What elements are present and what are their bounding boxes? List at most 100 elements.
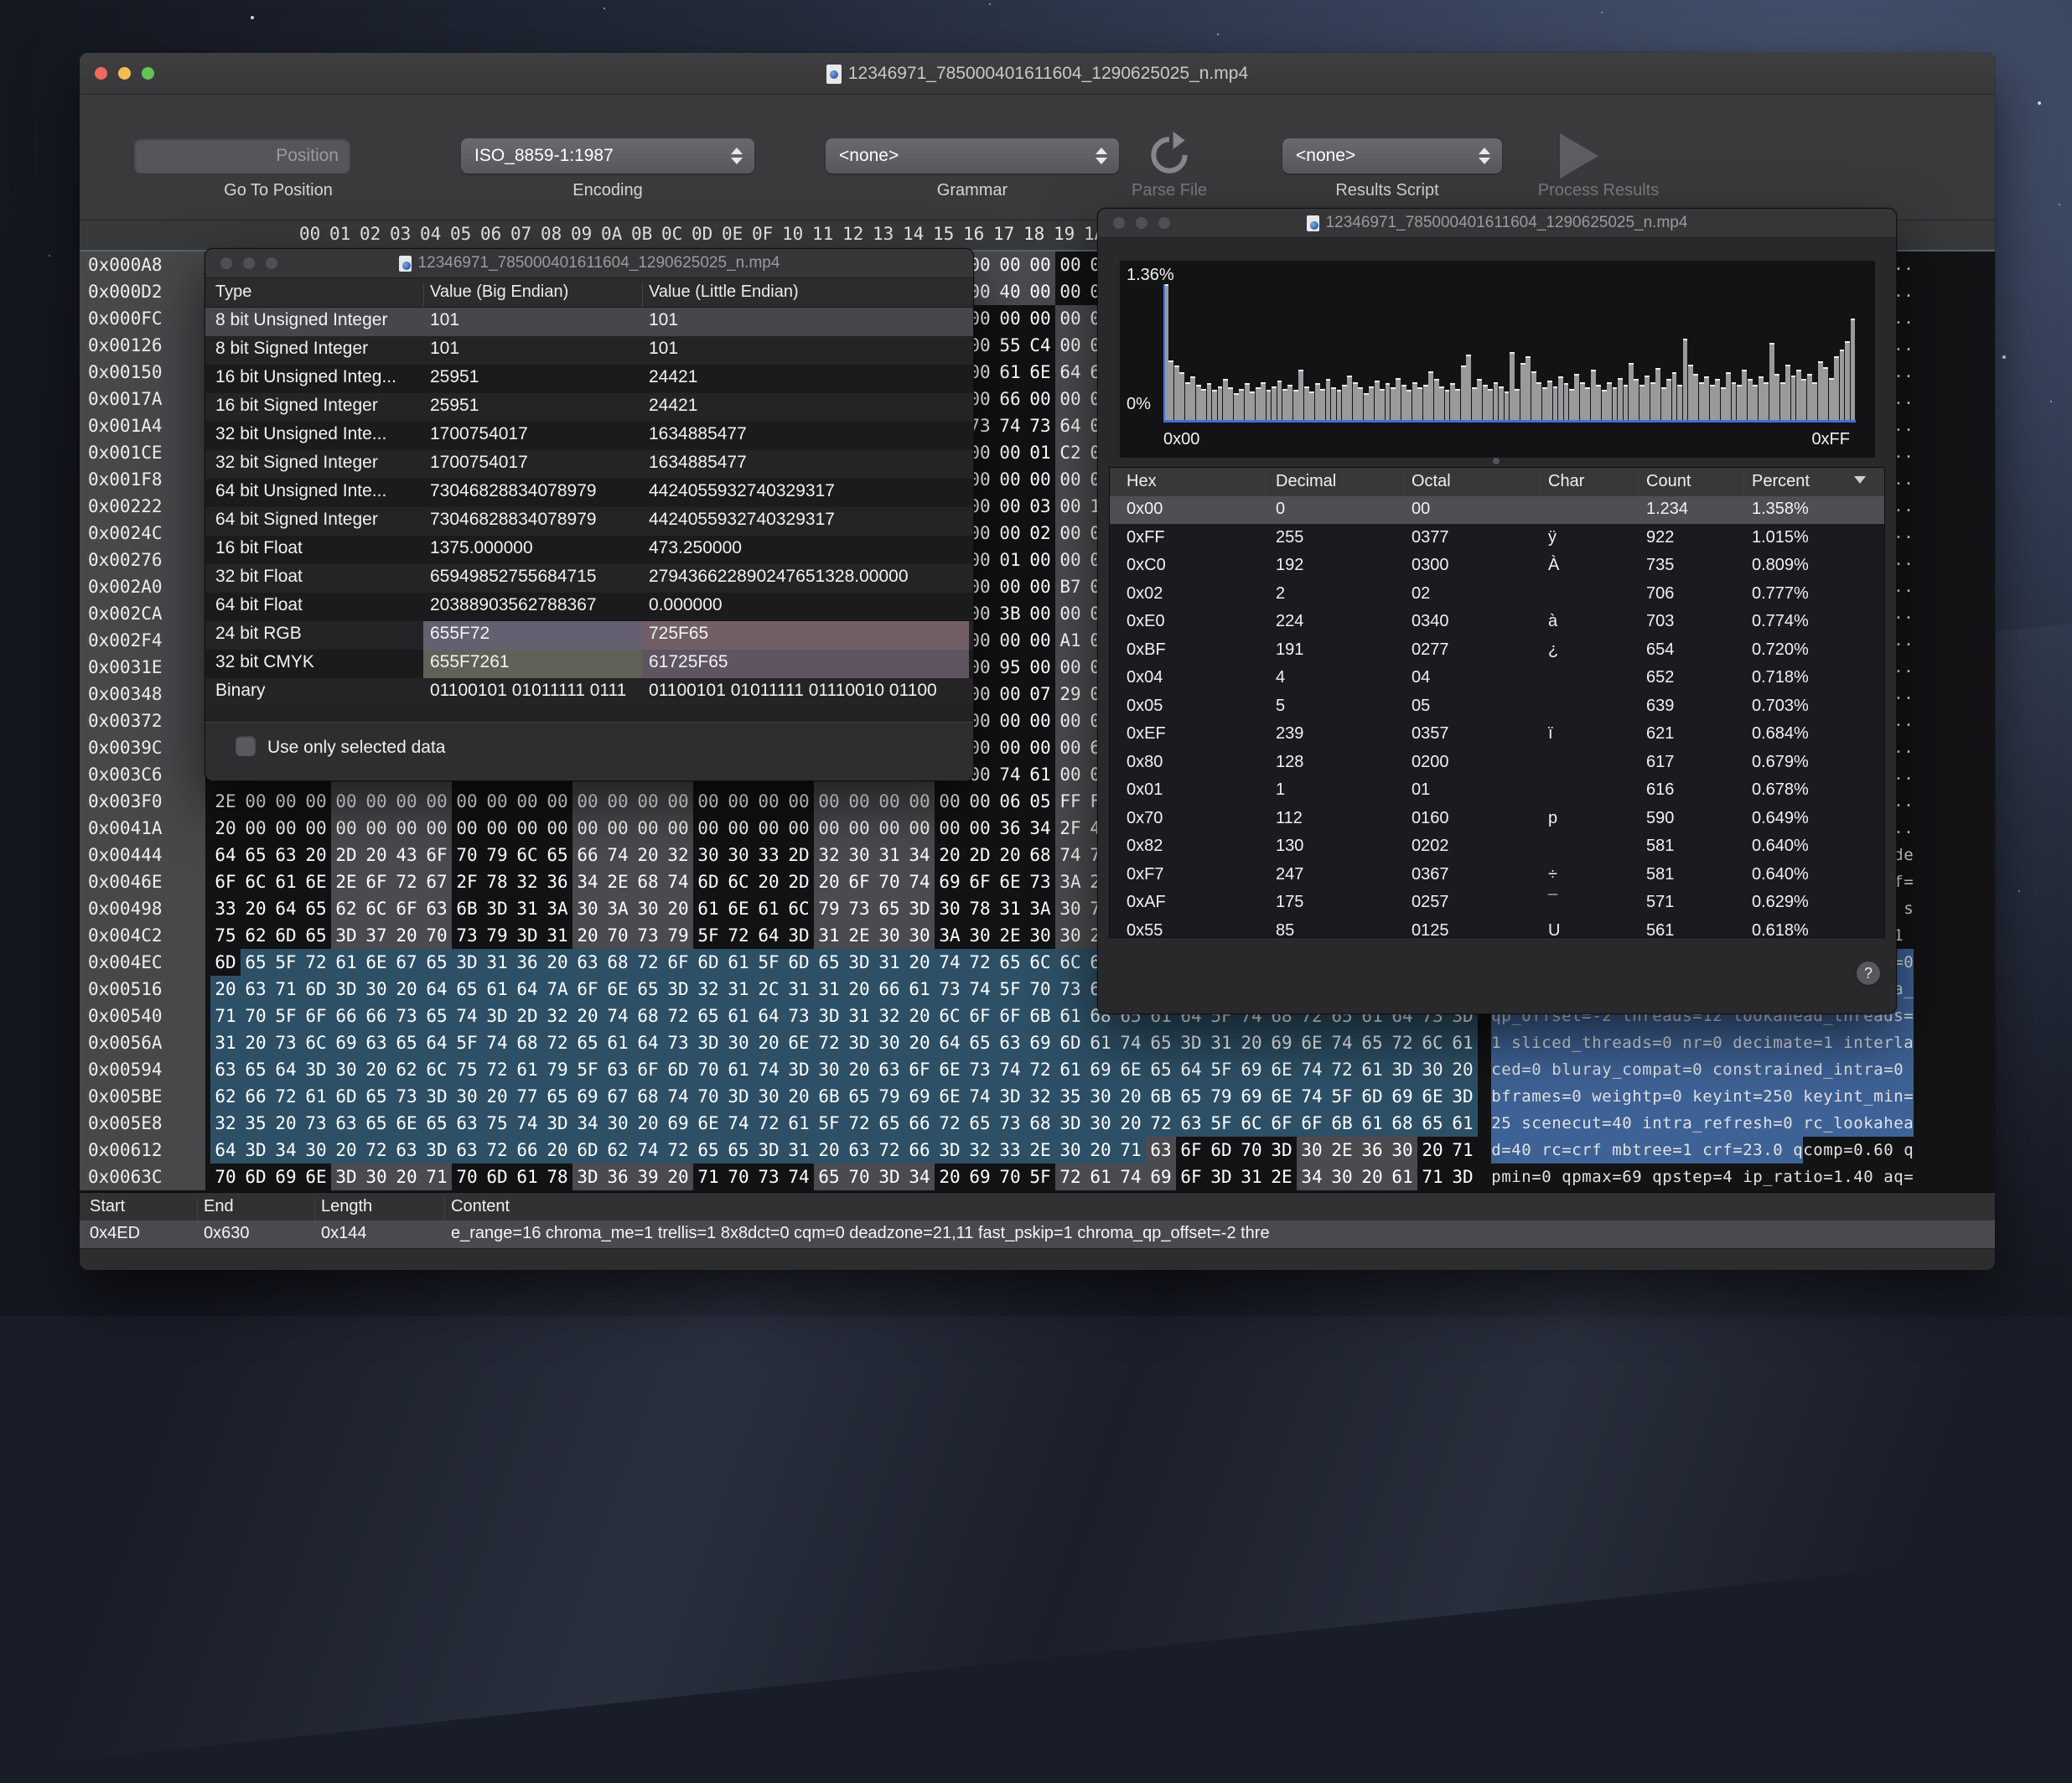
byte-cell[interactable]: 20 (935, 1164, 965, 1190)
byte-cell[interactable]: 72 (1146, 1110, 1176, 1137)
ascii-char[interactable]: _ (1904, 976, 1914, 1003)
ascii-char[interactable]: h (1763, 1110, 1773, 1137)
histogram-row-0x70[interactable]: 0x701120160p5900.649% (1110, 806, 1884, 833)
byte-cell[interactable]: 64 (935, 1029, 965, 1056)
ascii-char[interactable]: = (1702, 1029, 1712, 1056)
byte-cell[interactable]: 74 (663, 868, 693, 895)
col-content[interactable]: Content (451, 1197, 510, 1216)
ascii-char[interactable]: . (1904, 547, 1914, 573)
ascii-char[interactable]: i (1803, 1164, 1813, 1190)
ascii-char[interactable]: 1 (1491, 1029, 1501, 1056)
ascii-char[interactable] (1501, 1029, 1511, 1056)
byte-cell[interactable]: 5F (271, 949, 301, 976)
ascii-char[interactable] (1904, 1056, 1914, 1083)
byte-cell[interactable]: 20 (210, 815, 241, 842)
ascii-char[interactable]: 0 (1541, 1164, 1551, 1190)
byte-cell[interactable]: 3D (1206, 1164, 1236, 1190)
byte-cell[interactable]: 3D (331, 922, 361, 949)
ascii-char[interactable] (1904, 922, 1914, 949)
byte-cell[interactable]: 00 (1055, 547, 1085, 573)
byte-cell[interactable]: 3D (784, 1056, 814, 1083)
byte-cell[interactable]: 20 (844, 1056, 874, 1083)
byte-cell[interactable]: 2E (995, 922, 1025, 949)
byte-cell[interactable]: 20 (633, 1110, 663, 1137)
ascii-char[interactable]: t (1793, 1164, 1803, 1190)
byte-cell[interactable]: 73 (1025, 868, 1055, 895)
byte-cell[interactable]: 61 (1055, 1056, 1085, 1083)
byte-cell[interactable]: 3A (542, 895, 572, 922)
byte-cell[interactable]: 64 (1055, 359, 1085, 386)
byte-cell[interactable]: 3D (1448, 1083, 1478, 1110)
byte-cell[interactable]: 20 (995, 842, 1025, 868)
ascii-char[interactable] (1893, 1137, 1904, 1164)
byte-cell[interactable]: 00 (995, 251, 1025, 278)
col-value-big-endian[interactable]: Value (Big Endian) (430, 282, 568, 302)
ascii-char[interactable]: t (1582, 1029, 1592, 1056)
byte-cell[interactable]: 20 (784, 1083, 814, 1110)
byte-cell[interactable]: 63 (1146, 1137, 1176, 1164)
byte-cell[interactable]: 66 (512, 1137, 542, 1164)
byte-cell[interactable]: 6E (1417, 1083, 1448, 1110)
ascii-char[interactable]: e (1803, 1029, 1813, 1056)
ascii-char[interactable]: a (1904, 1029, 1914, 1056)
byte-cell[interactable]: 00 (1055, 493, 1085, 520)
byte-cell[interactable]: 6F (1176, 1137, 1206, 1164)
byte-cell[interactable]: 73 (391, 1083, 422, 1110)
byte-cell[interactable]: 30 (693, 842, 723, 868)
ascii-char[interactable]: c (1753, 1029, 1763, 1056)
byte-cell[interactable]: 65 (965, 1029, 995, 1056)
ascii-char[interactable]: 0 (1783, 1083, 1793, 1110)
byte-cell[interactable]: 6C (422, 1056, 452, 1083)
byte-cell[interactable]: FF (1055, 788, 1085, 815)
byte-cell[interactable]: 00 (784, 815, 814, 842)
byte-cell[interactable]: 61 (723, 949, 754, 976)
ascii-char[interactable]: r (1712, 1137, 1722, 1164)
byte-cell[interactable]: 5F (1206, 1110, 1236, 1137)
byte-cell[interactable]: 72 (271, 1083, 301, 1110)
ascii-char[interactable]: 2 (1491, 1110, 1501, 1137)
byte-cell[interactable]: 72 (814, 1029, 844, 1056)
byte-cell[interactable]: 6C (784, 895, 814, 922)
byte-cell[interactable]: 65 (241, 1056, 271, 1083)
ascii-char[interactable]: n (1853, 1029, 1863, 1056)
byte-cell[interactable]: 70 (723, 1164, 754, 1190)
byte-cell[interactable]: 00 (512, 815, 542, 842)
ascii-char[interactable]: n (1521, 1164, 1531, 1190)
inspector-row-32-bit-cmyk[interactable]: 32 bit CMYK655F726161725F65 (205, 650, 973, 678)
ascii-char[interactable]: e (1562, 1110, 1572, 1137)
byte-cell[interactable]: 00 (874, 788, 904, 815)
byte-cell[interactable]: 3D (874, 1164, 904, 1190)
byte-cell[interactable]: 20 (241, 895, 271, 922)
ascii-char[interactable]: 4 (1722, 1164, 1733, 1190)
byte-cell[interactable]: 34 (904, 842, 935, 868)
ascii-char[interactable] (1783, 1137, 1793, 1164)
ascii-char[interactable]: s (1743, 1056, 1753, 1083)
ascii-char[interactable]: k (1803, 1083, 1813, 1110)
ascii-char[interactable] (1602, 1137, 1612, 1164)
byte-cell[interactable]: 3A (603, 895, 633, 922)
byte-cell[interactable]: 78 (965, 895, 995, 922)
byte-cell[interactable]: 30 (874, 1029, 904, 1056)
ascii-char[interactable] (1632, 1110, 1642, 1137)
byte-cell[interactable]: 00 (995, 305, 1025, 332)
ascii-char[interactable]: n (1652, 1110, 1662, 1137)
ascii-char[interactable]: 2 (1763, 1083, 1773, 1110)
byte-cell[interactable]: 3D (482, 1003, 512, 1029)
byte-cell[interactable]: 31 (723, 976, 754, 1003)
ascii-char[interactable]: a (1883, 1164, 1893, 1190)
byte-cell[interactable]: 65 (542, 1083, 572, 1110)
byte-cell[interactable]: 2D (512, 1003, 542, 1029)
byte-cell[interactable]: 39 (633, 1164, 663, 1190)
byte-cell[interactable]: 65 (1146, 1056, 1176, 1083)
hex-row-0x005E8[interactable]: 0x005E83235207363656E656375743D343020696… (80, 1110, 1995, 1137)
byte-cell[interactable]: 00 (482, 788, 512, 815)
ascii-char[interactable]: a (1592, 1056, 1602, 1083)
ascii-char[interactable]: t (1662, 1110, 1672, 1137)
parse-file-button[interactable] (1146, 132, 1193, 179)
byte-cell[interactable]: 30 (1297, 1137, 1327, 1164)
byte-cell[interactable]: 68 (512, 1029, 542, 1056)
byte-cell[interactable]: 66 (572, 842, 603, 868)
histogram-row-0x01[interactable]: 0x011016160.678% (1110, 777, 1884, 805)
ascii-char[interactable]: e (1743, 1110, 1753, 1137)
byte-cell[interactable]: 00 (331, 815, 361, 842)
